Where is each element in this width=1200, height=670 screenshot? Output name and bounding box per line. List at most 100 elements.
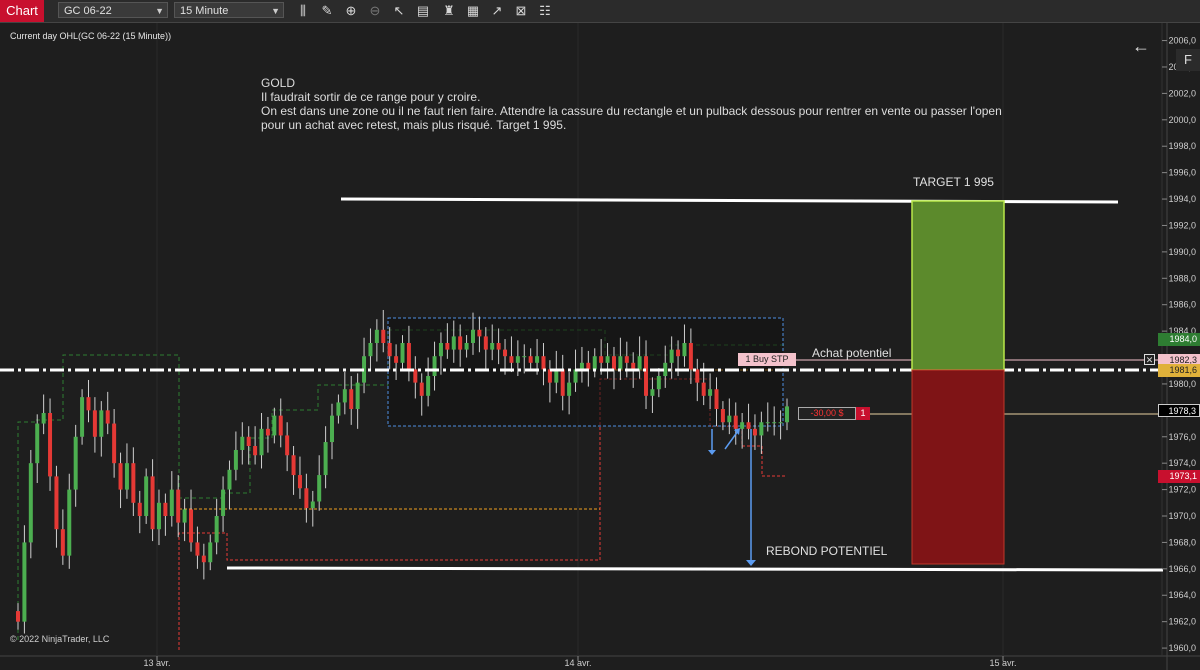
candle-body [330,415,335,443]
candle-body [285,435,290,456]
candle-body [611,356,616,370]
candle-body [208,542,213,563]
achat-label[interactable]: Achat potentiel [812,346,891,360]
y-tick-label: 1974,0 [1168,458,1196,468]
candle-body [644,356,649,396]
x-tick-label: 13 avr. [143,658,170,668]
data-box-icon[interactable]: ▤ [414,2,432,20]
drawing-tools-icon[interactable]: ↗ [488,2,506,20]
template-icon[interactable]: ☷ [536,2,554,20]
candle-body [227,469,232,490]
candle-body [496,343,501,350]
copyright-label: © 2022 NinjaTrader, LLC [10,634,110,644]
candle-body [355,382,360,410]
pointer-icon[interactable]: ↖ [390,2,408,20]
candle-body [720,409,725,423]
y-tick-label: 1988,0 [1168,273,1196,283]
interval-selector[interactable]: 15 Minute ▼ [174,2,284,18]
candle-body [169,489,174,517]
target-label[interactable]: TARGET 1 995 [913,175,994,189]
candle-body [637,356,642,370]
buy-stop-order-label[interactable]: 1 Buy STP [738,353,796,366]
candle-body [477,329,482,337]
candle-body [291,455,296,476]
y-tick-label: 1960,0 [1168,643,1196,653]
strategy-icon[interactable]: ♜ [440,2,458,20]
bars-icon[interactable]: ⫼ [294,2,312,20]
candle-body [714,389,719,410]
candle-body [150,476,155,530]
candle-body [682,343,687,357]
back-arrow-icon[interactable]: ← [1132,36,1150,57]
f-button[interactable]: F [1176,49,1200,71]
candle-body [265,428,270,436]
candle-body [515,356,520,363]
candle-body [535,356,540,363]
candle-body [278,415,283,436]
candle-body [772,422,777,424]
instrument-selector[interactable]: GC 06-22 ▼ [58,2,168,18]
target-zone[interactable] [911,200,1005,371]
candle-body [233,449,238,470]
candle-body [41,412,46,424]
candle-body [259,428,264,456]
pencil-icon[interactable]: ✎ [318,2,336,20]
candle-body [765,422,770,424]
candle-body [458,336,463,350]
chart-tab[interactable]: Chart [0,0,44,22]
candle-body [131,463,136,503]
candle-body [624,356,629,363]
candle-body [323,442,328,476]
candle-body [656,376,661,390]
candle-body [509,356,514,363]
analysis-note[interactable]: GOLD Il faudrait sortir de ce range pour … [261,76,1002,132]
candle-body [541,356,546,370]
stop-zone[interactable] [911,369,1005,565]
support-line[interactable] [226,566,1164,572]
instrument-value: GC 06-22 [64,5,112,17]
candle-body [253,446,258,456]
position-qty-label[interactable]: 1 [856,407,870,420]
candle-body [406,343,411,370]
candle-body [99,410,104,437]
candle-body [374,329,379,343]
y-tick-label: 1966,0 [1168,564,1196,574]
y-tick-label: 1992,0 [1168,220,1196,230]
candle-body [708,389,713,396]
candle-body [67,489,72,556]
y-tick-label: 1972,0 [1168,485,1196,495]
candle-body [676,349,681,357]
candle-body [631,362,636,370]
candle-body [22,542,27,622]
candle-body [105,410,110,424]
price-badge-yellow: 1981,6 [1158,364,1200,377]
close-order-icon[interactable]: ✕ [1144,354,1155,365]
y-tick-label: 1968,0 [1168,537,1196,547]
candle-body [28,463,33,543]
y-tick-label: 1980,0 [1168,379,1196,389]
interval-value: 15 Minute [180,5,229,17]
rebond-label[interactable]: REBOND POTENTIEL [766,544,887,558]
candle-body [727,415,732,423]
zoom-out-icon[interactable]: ⊖ [366,2,384,20]
pnl-label[interactable]: -30,00 $ [798,407,856,420]
indicator-icon[interactable]: ▦ [464,2,482,20]
candle-body [272,415,277,436]
y-tick-label: 2002,0 [1168,88,1196,98]
candle-body [592,356,597,370]
candle-body [304,488,309,509]
candle-body [368,343,373,357]
properties-icon[interactable]: ⊠ [512,2,530,20]
zoom-in-icon[interactable]: ⊕ [342,2,360,20]
candle-body [310,501,315,509]
candle-body [560,369,565,396]
y-tick-label: 2006,0 [1168,36,1196,46]
candle-body [688,343,693,370]
candle-body [214,516,219,543]
candle-body [48,412,53,477]
candle-body [336,402,341,416]
note-line-1: Il faudrait sortir de ce range pour y cr… [261,90,481,104]
candle-body [567,382,572,396]
candle-body [124,463,129,490]
candle-body [221,489,226,517]
